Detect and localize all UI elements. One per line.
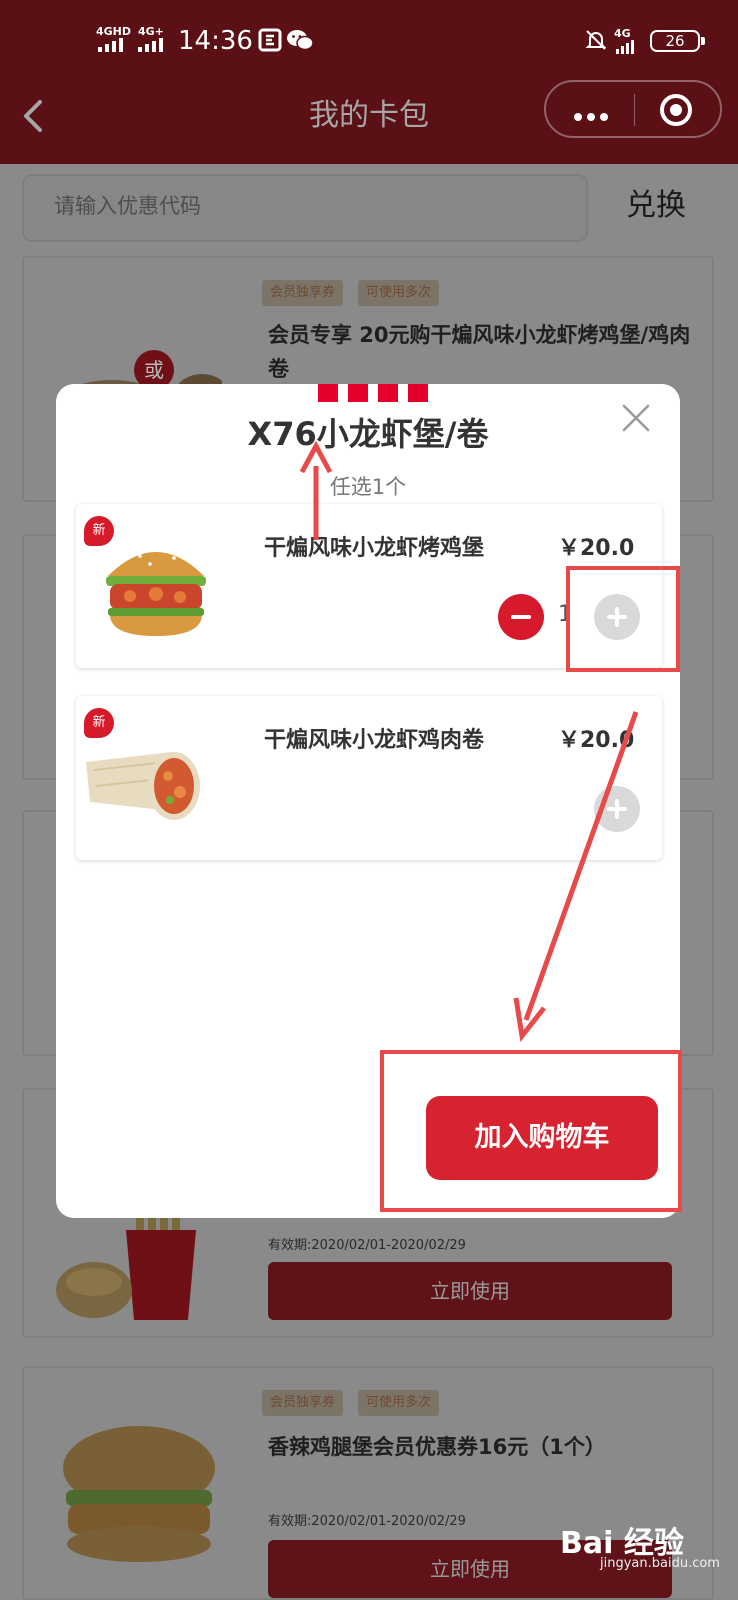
arrow-up-to-title — [299, 440, 333, 540]
watermark-site: jingyan.baidu.com — [600, 1556, 720, 1571]
annotation-arrows — [299, 440, 639, 1043]
baidu-watermark: Bai 经验 jingyan.baidu.com — [560, 1518, 720, 1571]
arrow-down-to-cart — [513, 711, 639, 1043]
